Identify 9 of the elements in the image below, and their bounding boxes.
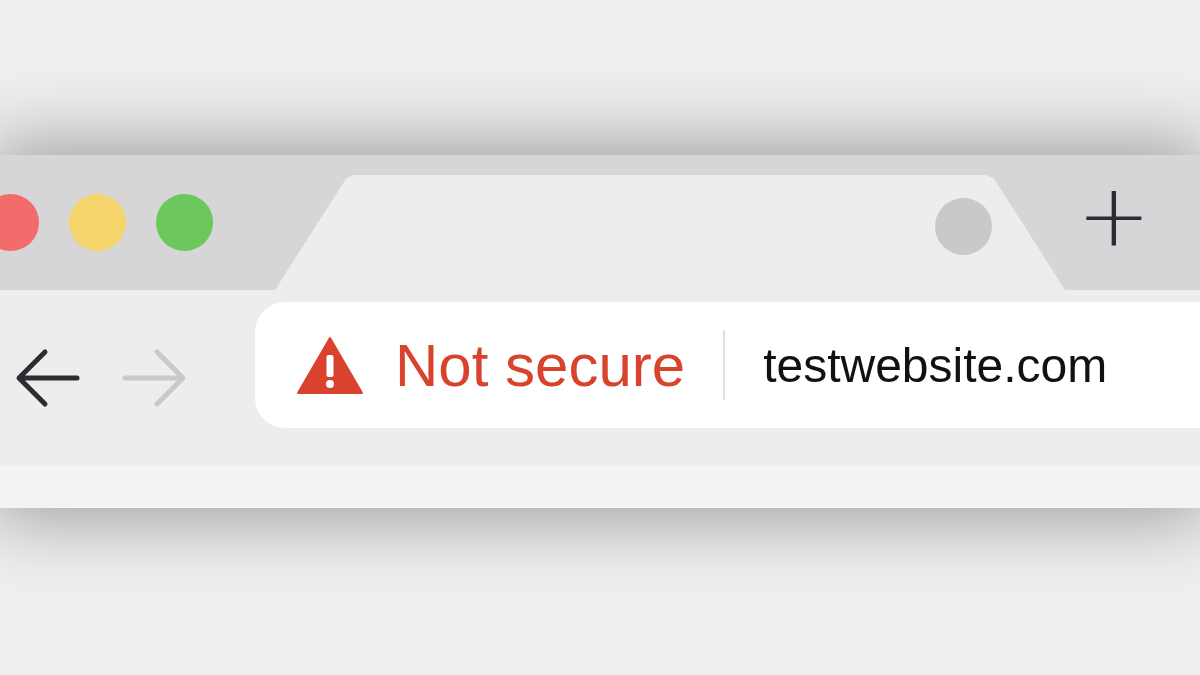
warning-icon <box>297 336 363 394</box>
window-control-dot[interactable] <box>69 194 126 251</box>
security-label: Not secure <box>395 330 686 400</box>
new-tab-button[interactable]: + <box>1077 172 1151 260</box>
url-text: testwebsite.com <box>763 337 1108 393</box>
address-bar[interactable]: Not secure testwebsite.com <box>255 302 1200 428</box>
window-control-dot[interactable] <box>156 194 213 251</box>
back-arrow-icon[interactable] <box>15 347 81 408</box>
tab-close-icon[interactable] <box>935 198 992 255</box>
